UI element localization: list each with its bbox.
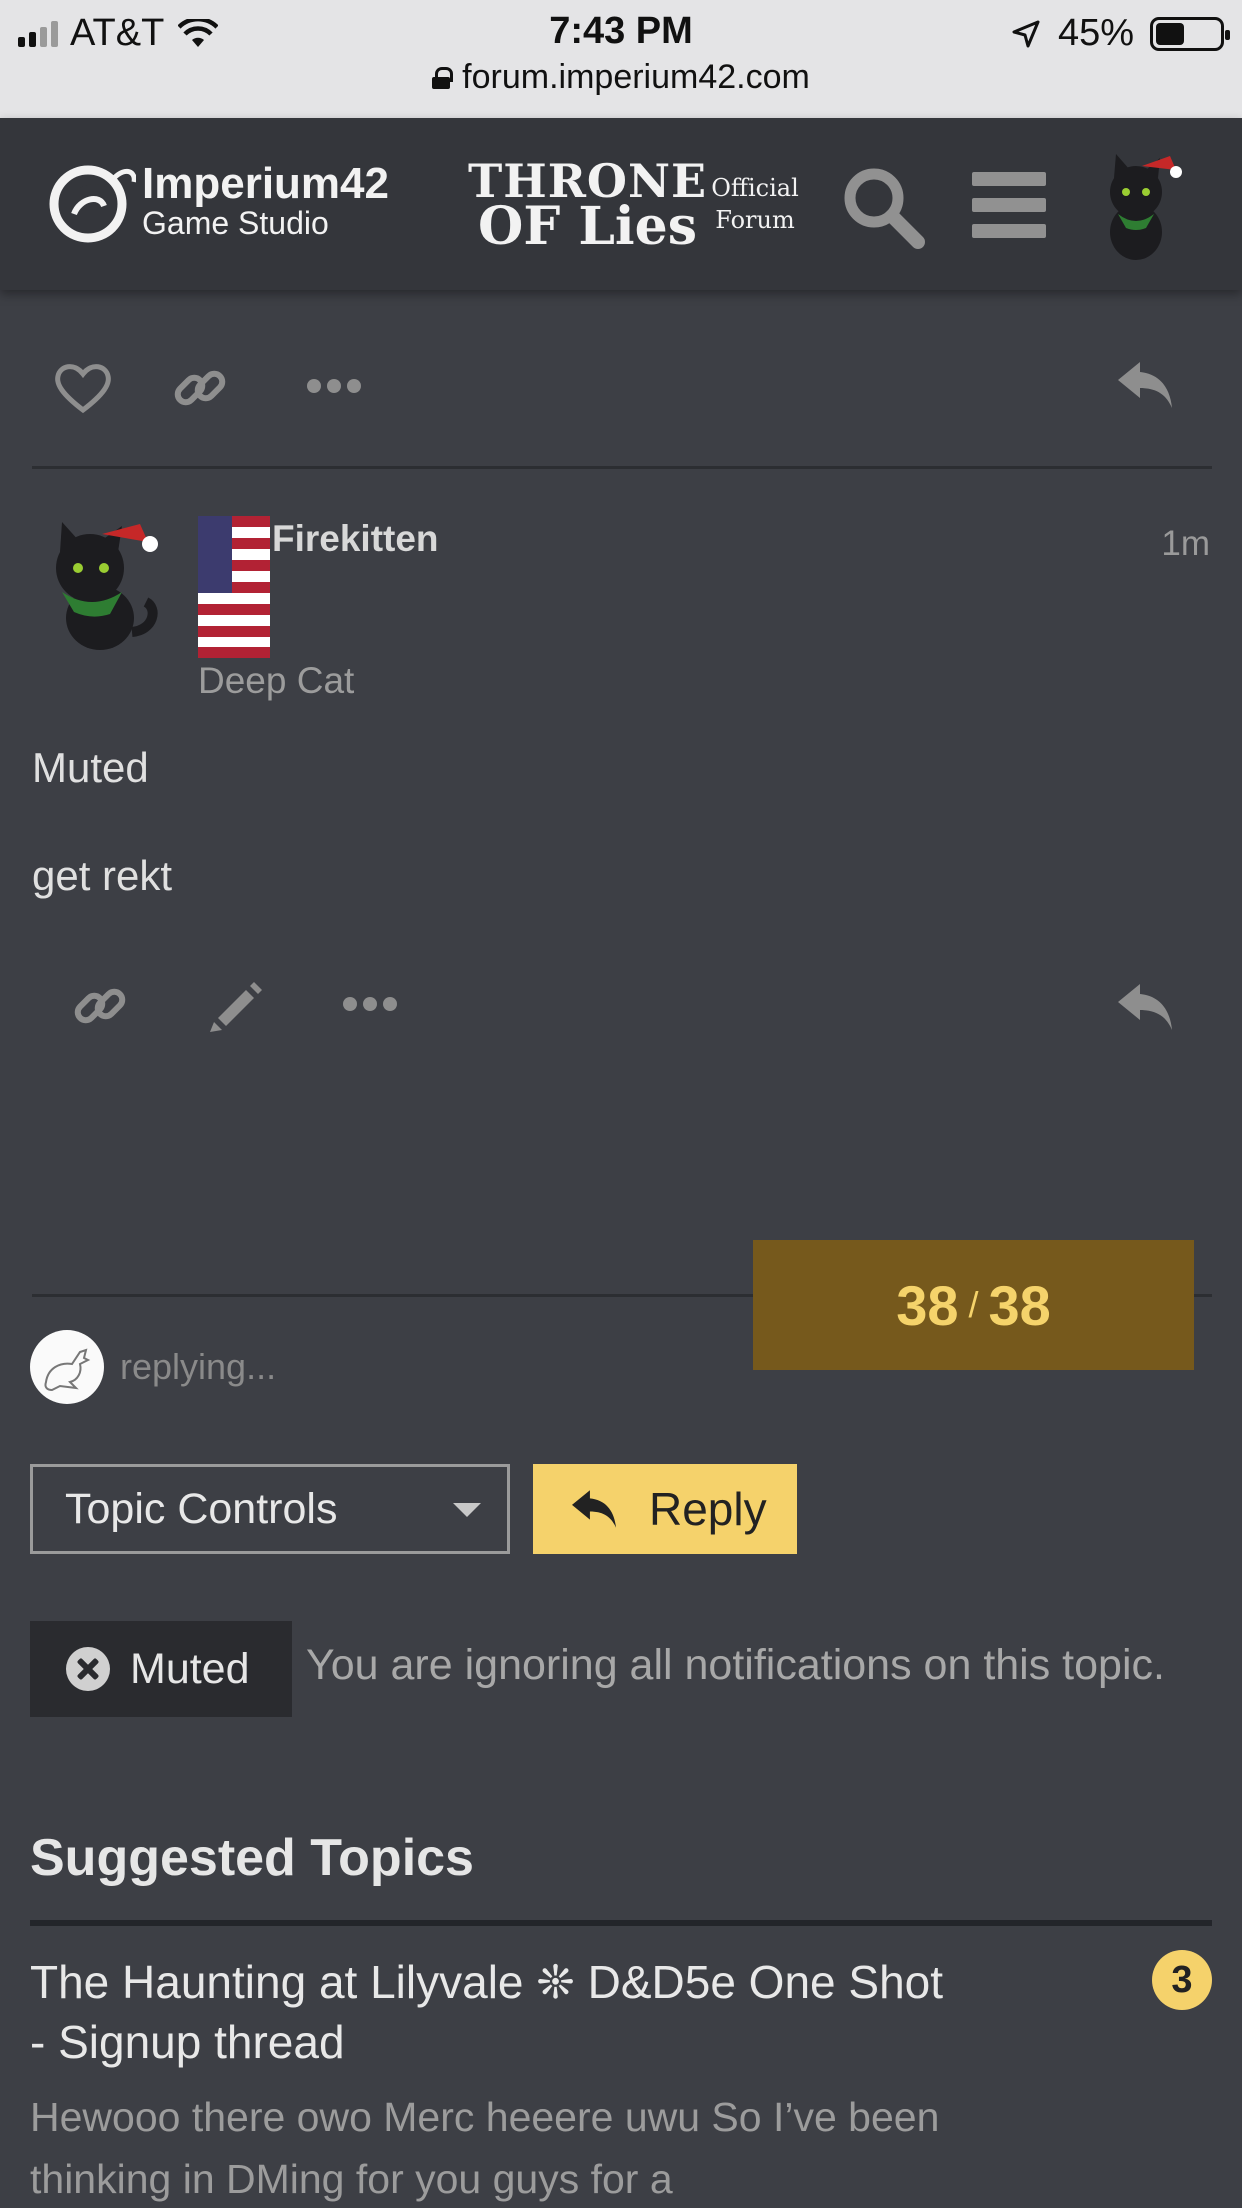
copy-link-icon[interactable] bbox=[72, 978, 128, 1034]
official-line1: Official bbox=[711, 174, 799, 202]
edit-pencil-icon[interactable] bbox=[208, 978, 264, 1034]
progress-total: 38 bbox=[988, 1273, 1051, 1337]
topic-controls-dropdown[interactable]: Topic Controls bbox=[30, 1464, 510, 1554]
suggested-topics-heading: Suggested Topics bbox=[30, 1829, 474, 1887]
lock-icon bbox=[432, 66, 454, 89]
more-options-icon[interactable] bbox=[342, 996, 398, 1012]
user-title: Deep Cat bbox=[198, 660, 355, 701]
reply-button[interactable]: Reply bbox=[533, 1464, 797, 1554]
kangaroo-icon bbox=[44, 1348, 91, 1392]
reply-arrow-icon[interactable] bbox=[1116, 358, 1174, 412]
unread-count-badge[interactable]: 3 bbox=[1152, 1950, 1212, 2010]
status-right-group: 45% bbox=[1010, 12, 1230, 55]
suggested-topics-divider bbox=[30, 1920, 1212, 1926]
battery-icon bbox=[1150, 16, 1230, 51]
reply-label: Reply bbox=[649, 1483, 767, 1535]
chevron-down-icon bbox=[453, 1503, 481, 1517]
copy-link-icon[interactable] bbox=[172, 360, 228, 416]
logo-subtitle: Game Studio bbox=[142, 205, 329, 241]
post-timestamp[interactable]: 1m bbox=[1161, 524, 1210, 564]
post-body-line: Muted bbox=[32, 744, 149, 791]
replying-indicator: replying... bbox=[120, 1346, 277, 1387]
search-icon[interactable] bbox=[838, 162, 928, 252]
suggested-topic-title[interactable]: The Haunting at Lilyvale ❊ D&D5e One Sho… bbox=[30, 1952, 950, 2072]
topic-controls-label: Topic Controls bbox=[65, 1484, 338, 1533]
muted-x-circle-icon bbox=[66, 1647, 110, 1691]
more-options-icon[interactable] bbox=[306, 378, 362, 394]
game-logo-line2: OF Lies bbox=[478, 196, 698, 257]
post-author-avatar[interactable] bbox=[36, 512, 166, 652]
progress-separator: / bbox=[968, 1284, 979, 1325]
imperium42-swirl-logo-icon[interactable] bbox=[44, 162, 136, 244]
post-username[interactable]: Firekitten bbox=[272, 518, 439, 560]
forum-header: Imperium42 Game Studio THRONE OF Lies Of… bbox=[0, 118, 1242, 290]
throne-of-lies-logo[interactable]: THRONE OF Lies bbox=[468, 158, 707, 257]
topic-progress-indicator[interactable]: 38 / 38 bbox=[753, 1240, 1194, 1370]
url-text: forum.imperium42.com bbox=[462, 58, 810, 96]
progress-current: 38 bbox=[896, 1273, 959, 1337]
address-bar[interactable]: forum.imperium42.com bbox=[0, 58, 1242, 97]
post-body-line: get rekt bbox=[32, 852, 173, 899]
notification-level-button[interactable]: Muted bbox=[30, 1621, 292, 1717]
us-flag-icon bbox=[198, 516, 270, 658]
like-heart-icon[interactable] bbox=[54, 362, 112, 414]
reply-arrow-icon[interactable] bbox=[1116, 980, 1174, 1034]
suggested-topic-excerpt: Hewooo there owo Merc heeere uwu So I’ve… bbox=[30, 2094, 940, 2202]
official-forum-label: Official Forum bbox=[700, 172, 810, 236]
notification-description: You are ignoring all notifications on th… bbox=[306, 1641, 1165, 1689]
reply-arrow-icon bbox=[572, 1490, 616, 1528]
hamburger-menu-icon[interactable] bbox=[972, 172, 1046, 238]
official-line2: Forum bbox=[715, 206, 795, 234]
notification-level-label: Muted bbox=[130, 1644, 250, 1693]
battery-percent: 45% bbox=[1057, 12, 1134, 54]
location-arrow-icon bbox=[1012, 20, 1040, 47]
post-divider bbox=[32, 466, 1212, 469]
replying-user-avatar[interactable] bbox=[30, 1330, 104, 1404]
user-avatar[interactable] bbox=[1092, 148, 1184, 260]
logo-name[interactable]: Imperium42 bbox=[142, 162, 389, 206]
ios-status-bar: AT&T 7:43 PM 45% forum.imperium42.com bbox=[0, 0, 1242, 118]
